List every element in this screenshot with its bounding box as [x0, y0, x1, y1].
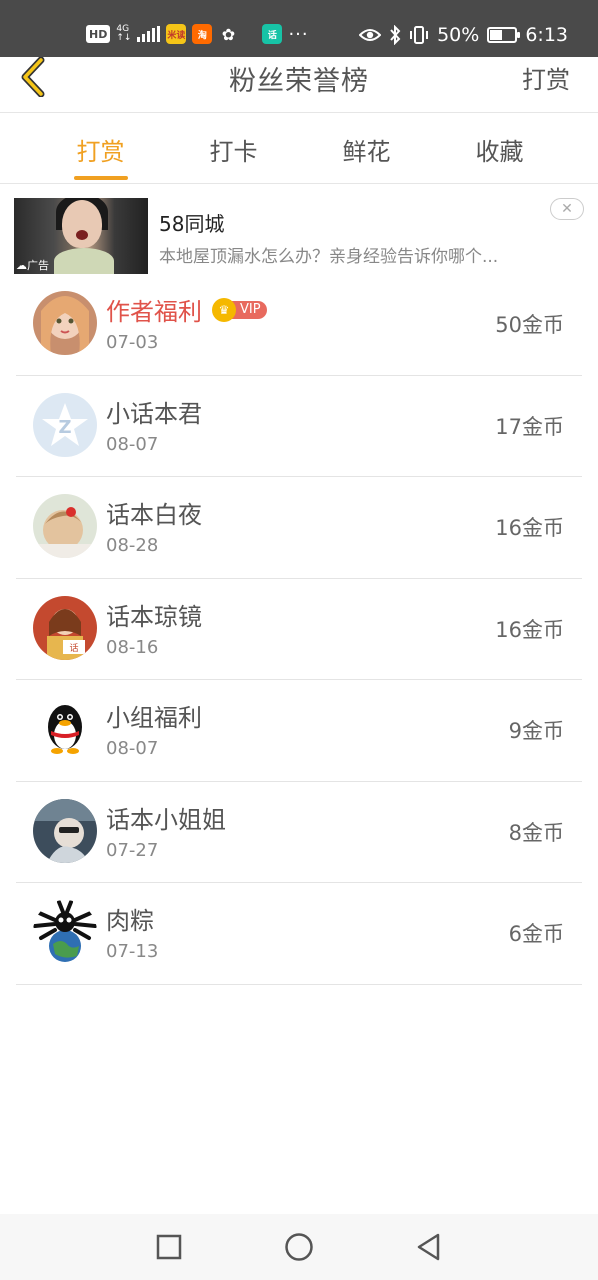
user-name: 话本小姐姐 — [106, 805, 226, 834]
app-notification-icon: 话 — [262, 24, 283, 44]
coin-amount: 9金币 — [508, 719, 564, 743]
reward-button[interactable]: 打赏 — [522, 60, 570, 95]
user-name: 肉粽 — [106, 907, 154, 935]
battery-fill — [490, 30, 503, 40]
crown-icon: ♛ — [212, 297, 236, 322]
vip-badge: ♛ VIP — [212, 297, 267, 322]
list-item[interactable]: 肉粽 07-13 6金币 — [16, 883, 582, 985]
recent-apps-button[interactable] — [149, 1227, 189, 1267]
bluetooth-icon — [390, 25, 401, 45]
ad-label: ☁广告 — [16, 259, 49, 272]
avatar — [33, 697, 97, 761]
network-type: 4G ↑↓ — [116, 24, 132, 43]
battery-percent: 50% — [437, 24, 480, 46]
list-item[interactable]: 话本白夜 08-28 16金币 — [16, 477, 582, 579]
ad-image: ☁广告 — [14, 198, 148, 274]
status-bar: HD 4G ↑↓ 米读 淘 ✿ 话 ··· 50% 6:13 — [0, 0, 598, 57]
circle-icon — [285, 1233, 313, 1261]
ranking-list: 作者福利 ♛ VIP 07-03 50金币 Z 小话本君 08-07 17金币 … — [16, 274, 582, 985]
tab-flowers[interactable]: 鲜花 — [300, 114, 433, 184]
reward-date: 08-07 — [106, 738, 159, 759]
taobao-notification-icon: 淘 — [192, 24, 213, 44]
eye-icon — [359, 29, 382, 41]
status-bar-left: HD 4G ↑↓ 米读 淘 ✿ 话 ··· — [86, 22, 309, 46]
svg-text:话: 话 — [69, 642, 78, 654]
tab-bar: 打赏 打卡 鲜花 收藏 — [0, 114, 598, 184]
reward-date: 07-27 — [106, 839, 159, 861]
tab-favorites[interactable]: 收藏 — [433, 114, 566, 184]
signal-icon — [137, 26, 161, 42]
back-nav-button[interactable] — [409, 1227, 449, 1267]
reward-date: 08-16 — [106, 636, 159, 658]
square-icon — [156, 1234, 182, 1260]
svg-text:Z: Z — [58, 417, 71, 438]
reward-date: 08-07 — [106, 433, 159, 455]
battery-icon — [487, 27, 521, 43]
tab-checkin[interactable]: 打卡 — [167, 114, 300, 184]
coin-amount: 8金币 — [508, 820, 564, 845]
avatar: Z — [33, 392, 97, 457]
reward-date: 07-03 — [106, 332, 159, 353]
navigation-bar: 粉丝荣誉榜 打赏 — [0, 57, 598, 113]
more-notifications-icon: ··· — [288, 23, 309, 45]
app-notification-icon: 米读 — [166, 24, 187, 44]
system-navigation-bar — [0, 1214, 598, 1280]
user-name: 小组福利 — [106, 704, 202, 732]
wechat-notification-icon: ✿ — [221, 24, 236, 44]
status-bar-right: 50% 6:13 — [359, 22, 568, 48]
user-name: 话本琼镜 — [106, 602, 202, 631]
tab-reward[interactable]: 打赏 — [34, 114, 167, 184]
coin-amount: 50金币 — [495, 313, 564, 337]
page-title: 粉丝荣誉榜 — [229, 66, 369, 97]
list-item[interactable]: Z 小话本君 08-07 17金币 — [16, 376, 582, 477]
coin-amount: 6金币 — [508, 922, 564, 946]
home-button[interactable] — [279, 1227, 319, 1267]
coin-amount: 16金币 — [495, 617, 564, 642]
reward-date: 07-13 — [106, 941, 159, 962]
avatar: 话 — [33, 595, 97, 660]
user-name: 话本白夜 — [106, 501, 202, 529]
list-item[interactable]: 小组福利 08-07 9金币 — [16, 680, 582, 782]
avatar — [33, 798, 97, 863]
hd-badge: HD — [86, 25, 111, 43]
clock: 6:13 — [525, 24, 568, 46]
coin-amount: 17金币 — [495, 414, 564, 439]
ad-title: 58同城 — [159, 212, 225, 236]
coin-amount: 16金币 — [495, 516, 564, 540]
ad-description: 本地屋顶漏水怎么办？亲身经验告诉你哪个... — [159, 247, 499, 267]
reward-date: 08-28 — [106, 535, 159, 556]
list-item[interactable]: 话本小姐姐 07-27 8金币 — [16, 782, 582, 883]
user-name: 小话本君 — [106, 399, 202, 428]
avatar — [33, 291, 97, 355]
list-item[interactable]: 话 话本琼镜 08-16 16金币 — [16, 579, 582, 680]
vibrate-icon — [410, 26, 429, 44]
avatar — [33, 900, 97, 964]
triangle-back-icon — [417, 1233, 440, 1261]
avatar — [33, 494, 97, 558]
ad-banner[interactable]: ☁广告 58同城 本地屋顶漏水怎么办？亲身经验告诉你哪个... ✕ — [14, 198, 584, 274]
close-icon[interactable]: ✕ — [550, 198, 584, 220]
user-name: 作者福利 ♛ VIP — [106, 292, 267, 327]
list-item[interactable]: 作者福利 ♛ VIP 07-03 50金币 — [16, 274, 582, 376]
